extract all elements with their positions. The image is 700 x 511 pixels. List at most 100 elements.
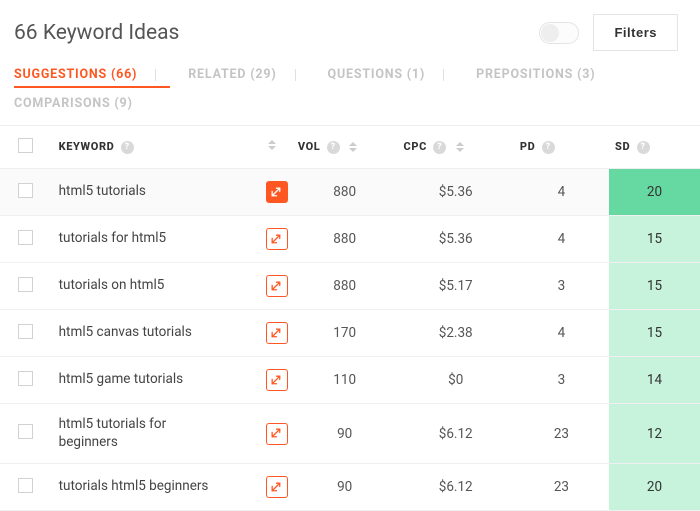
cell-pd: 4 [514, 310, 609, 357]
header: 66 Keyword Ideas Filters [0, 0, 700, 61]
cell-cpc: $6.12 [398, 464, 514, 511]
keyword-text: html5 game tutorials [59, 371, 183, 389]
cell-pd: 23 [514, 404, 609, 464]
row-checkbox[interactable] [18, 183, 33, 198]
open-link-icon[interactable] [266, 275, 288, 297]
col-header-keyword[interactable]: KEYWORD ? [49, 126, 292, 169]
table-row[interactable]: tutorials for html5 880$5.36415 [0, 216, 700, 263]
col-label: SD [615, 140, 630, 153]
table-row[interactable]: tutorials on html5880$5.17315 [0, 263, 700, 310]
info-icon: ? [637, 141, 650, 154]
tab-prepositions[interactable]: PREPOSITIONS (3) [476, 61, 609, 88]
open-link-icon[interactable] [266, 423, 288, 445]
cell-cpc: $5.17 [398, 263, 514, 310]
tabs-row-2: COMPARISONS (9) [0, 88, 700, 125]
tab-related[interactable]: RELATED (29) [188, 61, 309, 88]
cell-vol: 110 [292, 357, 398, 404]
cell-sd: 15 [609, 310, 700, 357]
tab-comparisons[interactable]: COMPARISONS (9) [14, 90, 147, 117]
row-checkbox[interactable] [18, 424, 33, 439]
cell-vol: 90 [292, 404, 398, 464]
col-checkbox [0, 126, 49, 169]
cell-cpc: $5.36 [398, 169, 514, 216]
cell-sd: 15 [609, 263, 700, 310]
cell-sd: 15 [609, 216, 700, 263]
cell-keyword: tutorials html5 beginners [49, 464, 292, 511]
tab-questions[interactable]: QUESTIONS (1) [328, 61, 459, 88]
view-toggle[interactable] [539, 22, 579, 44]
sort-icon[interactable] [268, 140, 276, 150]
cell-cpc: $0 [398, 357, 514, 404]
info-icon: ? [542, 141, 555, 154]
filters-button[interactable]: Filters [593, 14, 678, 51]
open-link-icon[interactable] [266, 228, 288, 250]
tab-suggestions[interactable]: SUGGESTIONS (66) [14, 61, 170, 88]
cell-vol: 880 [292, 169, 398, 216]
sort-icon[interactable] [349, 142, 357, 152]
cell-cpc: $5.36 [398, 216, 514, 263]
row-checkbox[interactable] [18, 277, 33, 292]
col-header-cpc[interactable]: CPC ? [398, 126, 514, 169]
col-label: VOL [298, 140, 321, 153]
cell-vol: 90 [292, 464, 398, 511]
table-body: html5 tutorials880$5.36420tutorials for … [0, 169, 700, 511]
page-title: 66 Keyword Ideas [14, 21, 179, 45]
cell-checkbox [0, 310, 49, 357]
cell-keyword: tutorials for html5 [49, 216, 292, 263]
cell-sd: 20 [609, 169, 700, 216]
cell-checkbox [0, 404, 49, 464]
cell-pd: 4 [514, 216, 609, 263]
cell-vol: 880 [292, 263, 398, 310]
col-label: PD [520, 140, 535, 153]
cell-checkbox [0, 464, 49, 511]
open-link-icon[interactable] [266, 322, 288, 344]
tab-separator [443, 69, 444, 81]
open-link-icon[interactable] [266, 369, 288, 391]
row-checkbox[interactable] [18, 324, 33, 339]
tab-separator [155, 69, 156, 81]
toggle-knob [541, 24, 559, 42]
cell-keyword: html5 tutorials [49, 169, 292, 216]
cell-keyword: html5 canvas tutorials [49, 310, 292, 357]
col-header-vol[interactable]: VOL ? [292, 126, 398, 169]
cell-sd: 12 [609, 404, 700, 464]
table-row[interactable]: html5 game tutorials110$0314 [0, 357, 700, 404]
col-header-sd[interactable]: SD ? [609, 126, 700, 169]
open-link-icon[interactable] [266, 476, 288, 498]
cell-checkbox [0, 169, 49, 216]
cell-checkbox [0, 263, 49, 310]
info-icon: ? [121, 141, 134, 154]
keyword-table: KEYWORD ? VOL ? CPC ? PD ? SD ? [0, 125, 700, 511]
tabs-row-1: SUGGESTIONS (66) RELATED (29) QUESTIONS (1… [0, 61, 700, 88]
cell-keyword: html5 game tutorials [49, 357, 292, 404]
table-row[interactable]: html5 tutorials for beginners90$6.122312 [0, 404, 700, 464]
col-header-pd[interactable]: PD ? [514, 126, 609, 169]
cell-checkbox [0, 357, 49, 404]
keyword-text: html5 tutorials [59, 183, 146, 201]
sort-icon[interactable] [456, 142, 464, 152]
col-label: CPC [404, 140, 427, 153]
cell-pd: 3 [514, 357, 609, 404]
open-link-icon[interactable] [266, 181, 288, 203]
cell-pd: 23 [514, 464, 609, 511]
keyword-text: tutorials on html5 [59, 277, 165, 295]
keyword-text: tutorials for html5 [59, 230, 167, 248]
cell-keyword: html5 tutorials for beginners [49, 404, 292, 464]
row-checkbox[interactable] [18, 371, 33, 386]
table-header-row: KEYWORD ? VOL ? CPC ? PD ? SD ? [0, 126, 700, 169]
cell-vol: 880 [292, 216, 398, 263]
cell-sd: 20 [609, 464, 700, 511]
table-row[interactable]: tutorials html5 beginners 90$6.122320 [0, 464, 700, 511]
keyword-text: tutorials html5 beginners [59, 478, 209, 496]
row-checkbox[interactable] [18, 230, 33, 245]
row-checkbox[interactable] [18, 478, 33, 493]
keyword-text: html5 canvas tutorials [59, 324, 192, 342]
table-row[interactable]: html5 canvas tutorials170$2.38415 [0, 310, 700, 357]
info-icon: ? [433, 141, 446, 154]
info-icon: ? [327, 141, 340, 154]
cell-pd: 4 [514, 169, 609, 216]
keyword-text: html5 tutorials for beginners [59, 416, 224, 451]
cell-keyword: tutorials on html5 [49, 263, 292, 310]
table-row[interactable]: html5 tutorials 880$5.36420 [0, 169, 700, 216]
select-all-checkbox[interactable] [18, 138, 33, 153]
